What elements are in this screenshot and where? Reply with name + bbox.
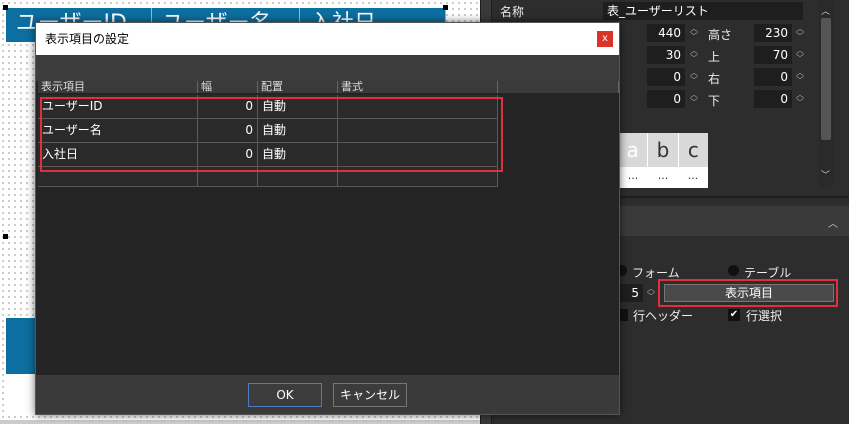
width-stepper[interactable]: ︿ ﹀ — [688, 25, 700, 41]
resize-handle[interactable] — [3, 5, 8, 10]
scroll-up-icon[interactable]: ︿ — [821, 4, 830, 17]
preview-col: a — [618, 133, 649, 167]
padding-left-input[interactable]: 0 — [647, 68, 685, 86]
name-label: 名称 — [500, 5, 525, 19]
preview-col: b — [648, 133, 679, 167]
preview-dots: ... — [627, 169, 639, 182]
grid-header: 表示項目 — [38, 81, 198, 93]
padding-top-stepper[interactable]: ︿ ﹀ — [688, 91, 700, 107]
rows-input[interactable]: 5 — [619, 284, 643, 302]
right-stepper[interactable]: ︿ ﹀ — [794, 69, 806, 85]
preview-col: c — [687, 138, 699, 162]
preview-dots: ... — [687, 169, 699, 182]
ok-button[interactable]: OK — [248, 383, 322, 407]
top-input[interactable]: 70 — [754, 46, 792, 64]
chevron-up-icon[interactable]: ︿ — [828, 215, 838, 230]
columns-dialog: 表示項目の設定 x 表示項目 幅 配置 書式 ユーザーID 0 自動 ユーザー名… — [35, 22, 620, 415]
grid-header: 配置 — [258, 81, 338, 93]
columns-button[interactable]: 表示項目 — [664, 284, 834, 302]
resize-handle[interactable] — [3, 234, 8, 239]
bottom-stepper[interactable]: ︿ ﹀ — [794, 91, 806, 107]
grid-header: 書式 — [338, 81, 498, 93]
radio-table[interactable] — [728, 265, 739, 276]
close-button[interactable]: x — [597, 31, 613, 47]
cancel-button[interactable]: キャンセル — [333, 383, 407, 407]
height-input[interactable]: 230 — [754, 24, 792, 42]
rows-stepper[interactable]: ︿ ﹀ — [645, 285, 657, 301]
padding-left-stepper[interactable]: ︿ ﹀ — [688, 69, 700, 85]
right-label: 右 — [708, 72, 721, 86]
width-input[interactable]: 440 — [647, 24, 685, 42]
dialog-title: 表示項目の設定 — [36, 23, 619, 55]
canvas-bottom-edge — [0, 420, 480, 424]
top-stepper[interactable]: ︿ ﹀ — [794, 47, 806, 63]
resize-handle[interactable] — [443, 5, 448, 10]
scroll-down-icon[interactable]: ﹀ — [821, 168, 830, 181]
row-select-checkbox[interactable]: ✔ — [728, 309, 740, 321]
row-header-label: 行ヘッダー — [633, 309, 694, 323]
row-select-label: 行選択 — [746, 309, 783, 323]
right-input[interactable]: 0 — [754, 68, 792, 86]
padding-top-input[interactable]: 0 — [647, 90, 685, 108]
panel-scrollbar[interactable]: ︿ ﹀ — [819, 0, 833, 188]
grid-header-filler — [498, 81, 619, 93]
grid-header: 幅 — [198, 81, 258, 93]
style-preview: a b c ... ... ... — [618, 133, 708, 188]
height-label: 高さ — [708, 28, 733, 42]
name-input[interactable]: 表_ユーザーリスト — [603, 2, 803, 20]
scroll-thumb[interactable] — [821, 18, 831, 140]
dialog-toolbar — [36, 55, 619, 81]
bottom-input[interactable]: 0 — [754, 90, 792, 108]
top-label: 上 — [708, 50, 721, 64]
height-stepper[interactable]: ︿ ﹀ — [794, 25, 806, 41]
preview-dots: ... — [657, 169, 669, 182]
bottom-label: 下 — [708, 94, 721, 108]
highlight-box — [40, 97, 503, 172]
dialog-footer: OK キャンセル — [36, 375, 619, 414]
left-stepper[interactable]: ︿ ﹀ — [688, 47, 700, 63]
left-input[interactable]: 30 — [647, 46, 685, 64]
